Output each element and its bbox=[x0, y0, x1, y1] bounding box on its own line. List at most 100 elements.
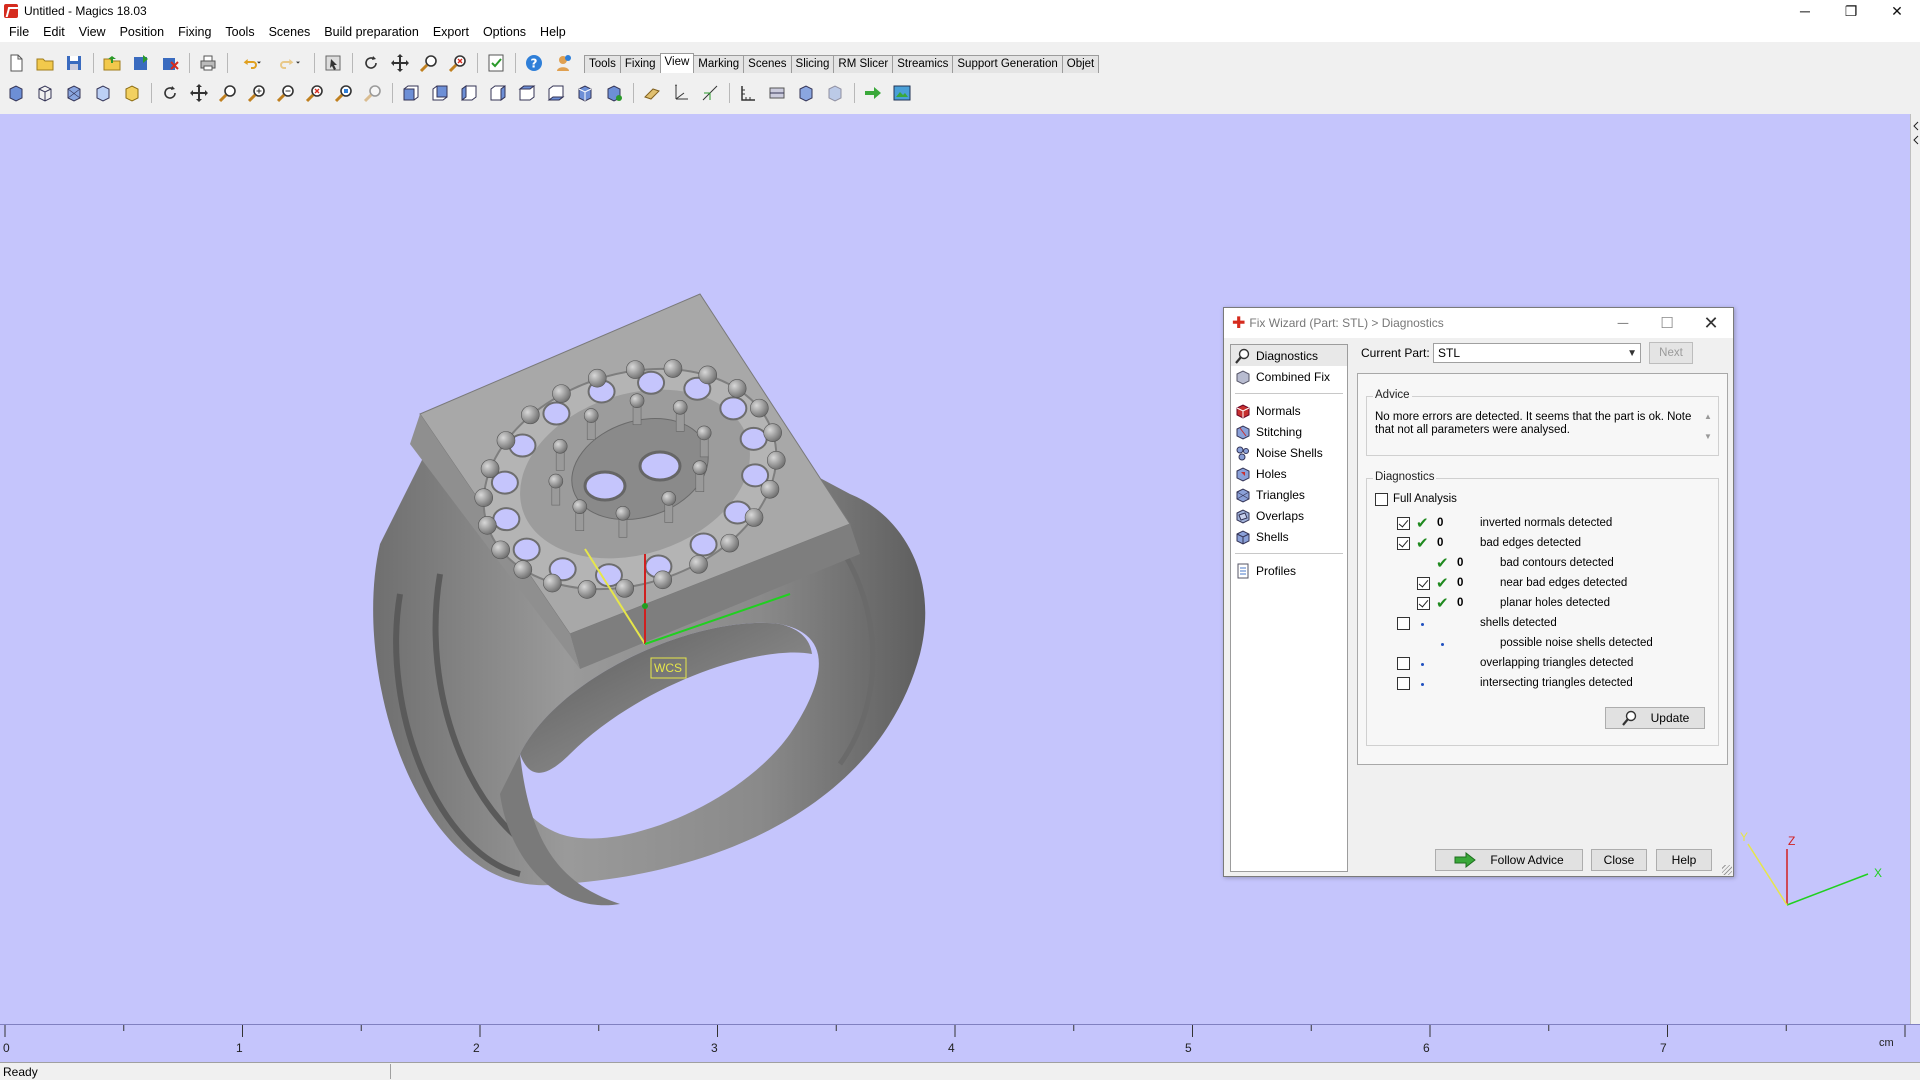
isometric-view-icon[interactable] bbox=[573, 82, 597, 104]
front-view-icon[interactable] bbox=[399, 82, 423, 104]
tab-fixing[interactable]: Fixing bbox=[619, 55, 661, 73]
minimize-button[interactable]: ─ bbox=[1782, 0, 1828, 22]
open-folder-icon[interactable] bbox=[33, 52, 57, 74]
bad-edges-checkbox[interactable] bbox=[1397, 537, 1410, 550]
zoom-in-icon[interactable] bbox=[245, 82, 269, 104]
left-view-icon[interactable] bbox=[457, 82, 481, 104]
select-part-icon[interactable] bbox=[321, 52, 345, 74]
inverted-normals-checkbox[interactable] bbox=[1397, 517, 1410, 530]
menu-build-preparation[interactable]: Build preparation bbox=[317, 22, 426, 42]
close-button[interactable]: ✕ bbox=[1874, 0, 1920, 22]
restore-button[interactable]: ❐ bbox=[1828, 0, 1874, 22]
full-analysis-checkbox[interactable] bbox=[1375, 493, 1388, 506]
help-button[interactable]: Help bbox=[1656, 849, 1712, 871]
rotate-view-icon[interactable] bbox=[359, 52, 383, 74]
zoom-fit-icon[interactable] bbox=[446, 52, 470, 74]
nav-shells[interactable]: Shells bbox=[1231, 526, 1347, 547]
nav-diagnostics[interactable]: Diagnostics bbox=[1231, 345, 1347, 366]
zoom-selection-icon[interactable] bbox=[332, 82, 356, 104]
back-view-icon[interactable] bbox=[428, 82, 452, 104]
planar-holes-checkbox[interactable] bbox=[1417, 597, 1430, 610]
menu-help[interactable]: Help bbox=[533, 22, 573, 42]
dialog-maximize-button[interactable]: ☐ bbox=[1645, 308, 1689, 338]
resize-grip[interactable] bbox=[1722, 865, 1732, 875]
unload-part-icon[interactable] bbox=[158, 52, 182, 74]
menu-fixing[interactable]: Fixing bbox=[171, 22, 218, 42]
next-button[interactable]: Next bbox=[1649, 342, 1693, 364]
nav-profiles[interactable]: Profiles bbox=[1231, 560, 1347, 581]
ruler-icon[interactable] bbox=[736, 82, 760, 104]
zoom-out-icon[interactable] bbox=[274, 82, 298, 104]
axes-icon[interactable] bbox=[669, 82, 693, 104]
viewport-side-strip[interactable] bbox=[1910, 114, 1920, 1024]
layers-icon[interactable] bbox=[823, 82, 847, 104]
dialog-close-x-button[interactable]: ✕ bbox=[1689, 308, 1733, 338]
current-part-dropdown[interactable]: STL ▼ bbox=[1433, 343, 1641, 363]
menu-file[interactable]: File bbox=[2, 22, 36, 42]
menu-edit[interactable]: Edit bbox=[36, 22, 72, 42]
advice-scrollbar[interactable]: ▲ ▼ bbox=[1702, 407, 1714, 447]
menu-options[interactable]: Options bbox=[476, 22, 533, 42]
measure-icon[interactable] bbox=[698, 82, 722, 104]
print-icon[interactable] bbox=[196, 52, 220, 74]
tab-streamics[interactable]: Streamics bbox=[892, 55, 954, 73]
undo-icon[interactable] bbox=[234, 52, 268, 74]
light-icon[interactable] bbox=[640, 82, 664, 104]
dialog-minimize-button[interactable]: ─ bbox=[1601, 308, 1645, 338]
zoom-previous-icon[interactable] bbox=[361, 82, 385, 104]
close-dialog-button[interactable]: Close bbox=[1591, 849, 1647, 871]
tab-view[interactable]: View bbox=[659, 53, 695, 73]
fix-wizard-icon[interactable] bbox=[484, 52, 508, 74]
tab-rm-slicer[interactable]: RM Slicer bbox=[833, 55, 894, 73]
menu-export[interactable]: Export bbox=[426, 22, 476, 42]
box-view-icon[interactable] bbox=[120, 82, 144, 104]
move-icon[interactable] bbox=[187, 82, 211, 104]
export-arrow-icon[interactable] bbox=[861, 82, 885, 104]
tab-support-generation[interactable]: Support Generation bbox=[952, 55, 1063, 73]
bottom-view-icon[interactable] bbox=[544, 82, 568, 104]
tab-slicing[interactable]: Slicing bbox=[790, 55, 835, 73]
tab-tools[interactable]: Tools bbox=[584, 55, 621, 73]
screenshot-icon[interactable] bbox=[890, 82, 914, 104]
save-icon[interactable] bbox=[62, 52, 86, 74]
help-icon[interactable]: ? bbox=[522, 52, 546, 74]
menu-tools[interactable]: Tools bbox=[218, 22, 261, 42]
overlapping-triangles-checkbox[interactable] bbox=[1397, 657, 1410, 670]
redo-icon[interactable] bbox=[273, 52, 307, 74]
follow-advice-button[interactable]: Follow Advice bbox=[1435, 849, 1583, 871]
transparent-view-icon[interactable] bbox=[91, 82, 115, 104]
top-view-icon[interactable] bbox=[515, 82, 539, 104]
pan-view-icon[interactable] bbox=[388, 52, 412, 74]
clipping-icon[interactable] bbox=[794, 82, 818, 104]
tab-objet[interactable]: Objet bbox=[1061, 55, 1100, 73]
view-settings-icon[interactable] bbox=[602, 82, 626, 104]
section-icon[interactable] bbox=[765, 82, 789, 104]
wireframe-view-icon[interactable] bbox=[33, 82, 57, 104]
right-view-icon[interactable] bbox=[486, 82, 510, 104]
zoom-icon[interactable] bbox=[417, 52, 441, 74]
nav-holes[interactable]: Holes bbox=[1231, 463, 1347, 484]
nav-noise-shells[interactable]: Noise Shells bbox=[1231, 442, 1347, 463]
nav-stitching[interactable]: Stitching bbox=[1231, 421, 1347, 442]
update-button[interactable]: Update bbox=[1605, 707, 1705, 729]
save-part-icon[interactable] bbox=[129, 52, 153, 74]
nav-combined-fix[interactable]: Combined Fix bbox=[1231, 366, 1347, 387]
shells-checkbox[interactable] bbox=[1397, 617, 1410, 630]
nav-normals[interactable]: Normals bbox=[1231, 400, 1347, 421]
menu-view[interactable]: View bbox=[72, 22, 113, 42]
tab-scenes[interactable]: Scenes bbox=[743, 55, 792, 73]
zoom-all-icon[interactable] bbox=[303, 82, 327, 104]
intersecting-triangles-checkbox[interactable] bbox=[1397, 677, 1410, 690]
zoom-window-icon[interactable] bbox=[216, 82, 240, 104]
nav-overlaps[interactable]: Overlaps bbox=[1231, 505, 1347, 526]
nav-triangles[interactable]: Triangles bbox=[1231, 484, 1347, 505]
menu-position[interactable]: Position bbox=[113, 22, 171, 42]
whats-this-icon[interactable] bbox=[551, 52, 575, 74]
menu-scenes[interactable]: Scenes bbox=[262, 22, 318, 42]
new-file-icon[interactable] bbox=[4, 52, 28, 74]
shaded-view-icon[interactable] bbox=[4, 82, 28, 104]
import-part-icon[interactable] bbox=[100, 52, 124, 74]
triangle-view-icon[interactable] bbox=[62, 82, 86, 104]
tab-marking[interactable]: Marking bbox=[693, 55, 745, 73]
near-bad-edges-checkbox[interactable] bbox=[1417, 577, 1430, 590]
